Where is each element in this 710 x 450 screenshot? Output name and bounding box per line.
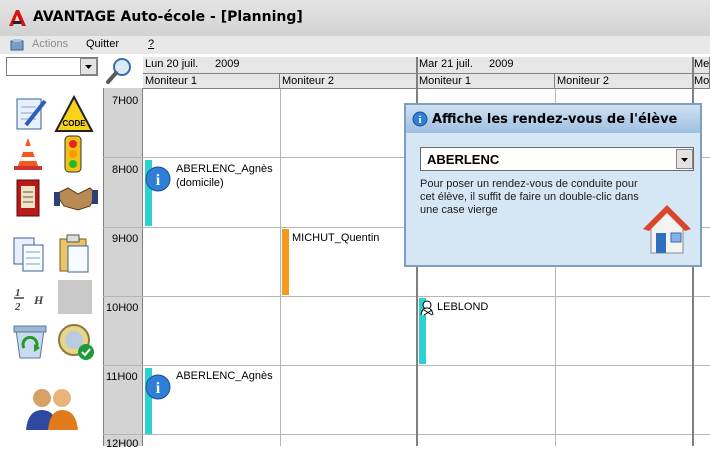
code-icon[interactable]: CODE: [54, 95, 94, 133]
student-icon: [420, 300, 434, 316]
paste-icon[interactable]: [58, 234, 92, 274]
window-title: AVANTAGE Auto-école - [Planning]: [33, 9, 303, 25]
column-header-moniteur2-day1[interactable]: Moniteur 2: [280, 74, 417, 89]
column-label: Moniteur 1: [419, 75, 471, 87]
appointment-student-name[interactable]: ABERLENC_Agnès: [176, 370, 273, 383]
day-header-1: Lun 20 juil. 2009: [143, 57, 417, 74]
info-icon[interactable]: i: [145, 374, 171, 400]
hour-divider: [103, 365, 710, 366]
app-logo-icon: [9, 10, 26, 26]
time-column: [103, 88, 143, 446]
hour-divider: [103, 296, 710, 297]
appointment-student-name[interactable]: MICHUT_Quentin: [292, 232, 379, 245]
actions-icon: [10, 39, 24, 51]
appointment-note: (domicile): [176, 177, 224, 189]
time-label: 7H00: [112, 95, 139, 107]
blank-icon[interactable]: [58, 280, 92, 314]
chevron-down-icon: [681, 158, 688, 162]
hour-divider: [103, 434, 710, 435]
cone-icon[interactable]: [10, 136, 46, 172]
copy-icon[interactable]: [12, 236, 46, 274]
chevron-down-icon: [85, 65, 92, 69]
users-icon[interactable]: [24, 386, 80, 432]
euro-check-icon[interactable]: [56, 322, 96, 362]
menu-help[interactable]: ?: [148, 38, 154, 50]
menu-quit[interactable]: Quitter: [86, 38, 119, 50]
handshake-icon[interactable]: [54, 184, 98, 214]
info-icon[interactable]: i: [145, 166, 171, 192]
time-label: 9H00: [112, 233, 139, 245]
half-hour-label: H: [33, 293, 44, 307]
recycle-icon[interactable]: [10, 322, 50, 362]
student-select-value: ABERLENC: [427, 152, 500, 167]
filter-dropdown-button[interactable]: [80, 58, 97, 75]
svg-text:i: i: [156, 172, 161, 189]
day-date-2: Mar 21 juil.: [419, 58, 473, 70]
column-label: Moniteur 2: [557, 75, 609, 87]
column-header-moniteur2-day2[interactable]: Moniteur 2: [555, 74, 693, 89]
menu-actions[interactable]: Actions: [32, 38, 68, 50]
svg-text:1: 1: [15, 287, 21, 299]
time-label: 10H00: [106, 302, 139, 314]
student-select[interactable]: ABERLENC: [420, 147, 694, 171]
half-hour-icon[interactable]: 1 2 H: [14, 284, 50, 312]
column-header-moniteur-day3[interactable]: Mo: [693, 74, 710, 89]
time-label: 12H00: [106, 438, 139, 450]
svg-text:i: i: [418, 114, 421, 126]
day-header-3: Me: [693, 57, 710, 74]
day-header-2: Mar 21 juil. 2009: [417, 57, 693, 74]
calendar-book-icon[interactable]: [14, 178, 42, 218]
time-label: 8H00: [112, 164, 139, 176]
day-date-1: Lun 20 juil.: [145, 58, 199, 70]
appointment-student-name[interactable]: ABERLENC_Agnès: [176, 163, 273, 176]
column-label: Moniteur 1: [145, 75, 197, 87]
search-icon[interactable]: [104, 56, 134, 86]
appointment-student-name[interactable]: LEBLOND: [437, 301, 488, 314]
column-header-moniteur1-day2[interactable]: Moniteur 1: [417, 74, 555, 89]
home-icon[interactable]: [642, 203, 692, 257]
popup-hint-text: Pour poser un rendez-vous de conduite po…: [420, 178, 639, 216]
edit-icon[interactable]: [14, 95, 48, 133]
popup-title: Affiche les rendez-vous de l'élève: [432, 112, 678, 127]
column-header-moniteur1-day1[interactable]: Moniteur 1: [143, 74, 280, 89]
day-year-1: 2009: [215, 58, 240, 70]
column-label: Moniteur 2: [282, 75, 334, 87]
day-date-3: Me: [694, 58, 710, 70]
time-label: 11H00: [106, 371, 138, 383]
student-dropdown-button[interactable]: [676, 149, 693, 169]
code-icon-label: CODE: [62, 119, 86, 128]
day-year-2: 2009: [489, 58, 514, 70]
info-icon: i: [412, 111, 428, 127]
svg-text:2: 2: [14, 301, 21, 312]
column-divider: [280, 89, 281, 446]
appointment-bar[interactable]: [282, 229, 289, 295]
traffic-light-icon[interactable]: [62, 134, 84, 174]
student-appointments-popup: i Affiche les rendez-vous de l'élève ABE…: [404, 103, 702, 267]
column-label: Mo: [694, 75, 710, 87]
svg-text:i: i: [156, 380, 161, 397]
